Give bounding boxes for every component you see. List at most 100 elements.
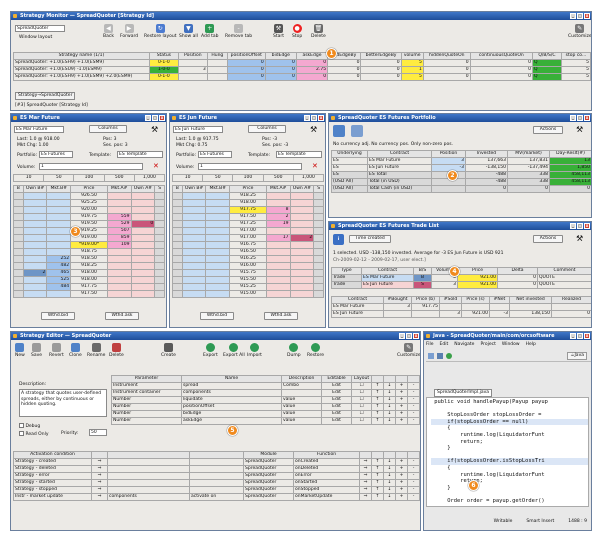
function-select[interactable]: onStopped	[293, 486, 360, 494]
dump-button[interactable]: Dump	[287, 343, 301, 358]
stop-button[interactable]: ● Stop	[292, 24, 302, 39]
ladder-row[interactable]: *919.00* 109	[13, 241, 165, 249]
ladder-row[interactable]: 918.25	[172, 192, 324, 200]
buy-cell[interactable]	[172, 220, 183, 228]
arrow-icon[interactable]: ⇒	[91, 472, 108, 480]
sell-cell[interactable]	[313, 241, 324, 249]
sell-cell[interactable]	[313, 206, 324, 214]
go-icon[interactable]: ⇒	[359, 465, 372, 473]
priority-input[interactable]: 50	[89, 429, 107, 436]
add-icon[interactable]: +	[395, 493, 408, 501]
col-header[interactable]: B/S	[413, 267, 432, 275]
col-header[interactable]: Status	[148, 52, 179, 60]
table-row[interactable]: ES ES Jun Future -3 -138,150 -137,494 1,850	[331, 164, 591, 172]
ladder-row[interactable]: 925.25	[13, 199, 165, 207]
col-header[interactable]: continuousQuoteOn	[469, 52, 534, 60]
parameter-type-select[interactable]: Number	[111, 396, 182, 404]
wrench-icon[interactable]: ⚒	[151, 125, 158, 134]
people-icon[interactable]	[351, 125, 363, 137]
buy-cell[interactable]	[172, 227, 183, 235]
function-select[interactable]: onMarketUpdate	[293, 493, 360, 501]
buy-cell[interactable]	[13, 248, 24, 256]
buy-cell[interactable]	[13, 241, 24, 249]
portfolio-select[interactable]: ES Futures	[198, 151, 232, 158]
volume-input[interactable]: 1	[198, 163, 302, 170]
sell-cell[interactable]	[154, 192, 165, 200]
add-icon[interactable]: +	[395, 389, 408, 397]
col-header[interactable]: Day-Reslt(#)	[549, 150, 591, 158]
remove-icon[interactable]: -	[407, 389, 420, 397]
ladder-row[interactable]: 917.00 17 2	[172, 234, 324, 242]
activation-argument[interactable]	[107, 458, 190, 466]
sell-cell[interactable]	[313, 248, 324, 256]
buy-cell[interactable]	[172, 290, 183, 298]
ladder-row[interactable]: 920.00	[13, 206, 165, 214]
editable-checkbox[interactable]: ☐	[351, 417, 372, 425]
buy-cell[interactable]	[172, 234, 183, 242]
qty-button[interactable]: 500	[103, 174, 135, 182]
ladder-titlebar[interactable]: ES Jun Future _ □ x	[170, 114, 325, 122]
qty-button[interactable]: 1,000	[133, 174, 166, 182]
remove-icon[interactable]: -	[407, 472, 420, 480]
activation-condition-select[interactable]: Instr - market update	[13, 493, 92, 501]
activation-condition-select[interactable]: Strategy - created	[13, 458, 92, 466]
col-header[interactable]: stop co...	[560, 52, 591, 60]
activation-row[interactable]: Strategy - stopped ⇒ SpreadQuoter onStopped…	[13, 486, 420, 494]
edit-button[interactable]: Edit	[321, 417, 352, 425]
ladder-row[interactable]: 915.25	[172, 283, 324, 291]
restore-layout-button[interactable]: ↻ Restore layout	[144, 24, 177, 39]
new-file-icon[interactable]	[428, 353, 434, 359]
close-button[interactable]: x	[584, 333, 590, 339]
strategy-row[interactable]: SpreadQuoter: +1.0(ESH9) +1.0(ESM9) +2.0…	[13, 73, 591, 81]
col-header[interactable]: Q/B/S/C	[532, 52, 562, 60]
remove-icon[interactable]: -	[407, 417, 420, 425]
col-header[interactable]: Underlying	[331, 150, 368, 158]
sell-cell[interactable]	[313, 276, 324, 284]
ladder-row[interactable]: 916.75	[172, 241, 324, 249]
close-button[interactable]: x	[159, 115, 165, 121]
col-header[interactable]: Contract	[361, 267, 414, 275]
move-up-icon[interactable]: ↑	[371, 417, 384, 425]
maximize-button[interactable]: □	[577, 333, 583, 339]
remove-icon[interactable]: -	[407, 486, 420, 494]
sell-cell[interactable]	[313, 220, 324, 228]
qty-button[interactable]: 50	[202, 174, 234, 182]
customize-button[interactable]: ✎ Customize	[397, 343, 420, 358]
sell-cell[interactable]	[154, 283, 165, 291]
buy-cell[interactable]	[172, 255, 183, 263]
function-select[interactable]: onCreated	[293, 458, 360, 466]
buy-cell[interactable]	[172, 206, 183, 214]
sell-cell[interactable]	[313, 262, 324, 270]
add-icon[interactable]: +	[395, 465, 408, 473]
parameter-kind[interactable]: Combo	[281, 382, 322, 390]
customize-button[interactable]: ✎ Customize	[568, 24, 591, 39]
buy-cell[interactable]	[172, 269, 183, 277]
editable-checkbox[interactable]: ☐	[351, 382, 372, 390]
ladder-row[interactable]: 919.25 507	[13, 227, 165, 235]
export-button[interactable]: Export	[203, 343, 218, 358]
col-header[interactable]: #Bought	[383, 296, 412, 304]
read-only-checkbox[interactable]: Read Only	[19, 431, 48, 437]
back-button[interactable]: ◀ Back	[103, 24, 114, 39]
edit-button[interactable]: Edit	[321, 396, 352, 404]
module-select[interactable]: SpreadQuoter	[243, 472, 294, 480]
move-down-icon[interactable]: ↓	[383, 486, 396, 494]
minimize-button[interactable]: _	[304, 115, 310, 121]
buy-cell[interactable]	[13, 206, 24, 214]
parameter-name[interactable]: components	[181, 389, 282, 397]
remove-icon[interactable]: -	[407, 410, 420, 418]
maximize-button[interactable]: □	[311, 115, 317, 121]
add-icon[interactable]: +	[395, 382, 408, 390]
sell-cell[interactable]	[313, 234, 324, 242]
buy-cell[interactable]	[172, 248, 183, 256]
buy-cell[interactable]	[172, 283, 183, 291]
breadcrumb-tab[interactable]: Strategy→SpreadQuoter	[15, 92, 76, 100]
col-header[interactable]: volume	[400, 52, 424, 60]
add-icon[interactable]: +	[395, 403, 408, 411]
columns-button[interactable]: Columns	[89, 125, 127, 133]
col-header[interactable]: Module	[243, 451, 294, 459]
activation-row[interactable]: Strategy - created ⇒ SpreadQuoter onCreated…	[13, 458, 420, 466]
save-icon[interactable]	[437, 353, 443, 359]
close-button[interactable]: x	[584, 115, 590, 121]
rename-button[interactable]: Rename	[87, 343, 105, 358]
